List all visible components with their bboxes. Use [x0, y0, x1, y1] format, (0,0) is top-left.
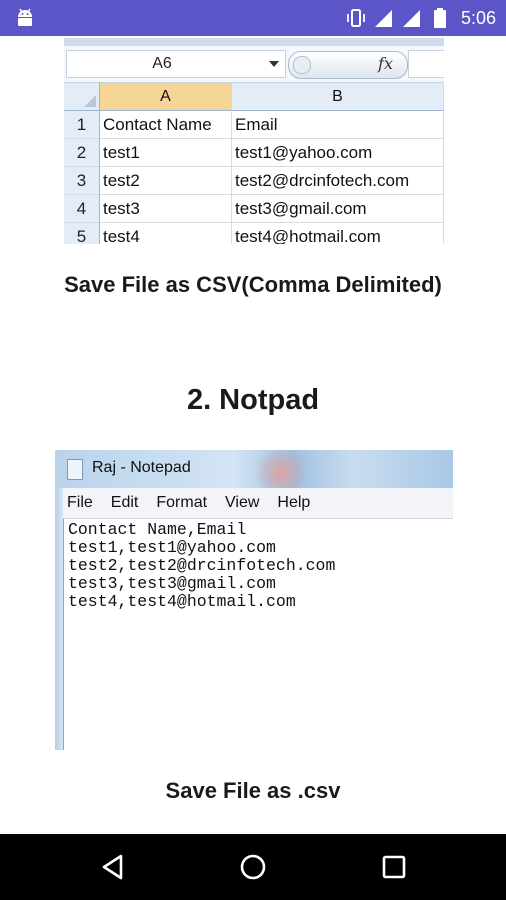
notepad-menu-bar: File Edit Format View Help — [55, 488, 453, 519]
table-row: 1 Contact Name Email — [64, 111, 444, 139]
row-number: 5 — [64, 223, 100, 244]
column-header: A — [100, 83, 232, 111]
vibrate-icon — [347, 9, 365, 27]
table-row: 2 test1 test1@yahoo.com — [64, 139, 444, 167]
row-number: 3 — [64, 167, 100, 195]
menu-item-edit: Edit — [110, 494, 139, 511]
signal-icon — [402, 10, 420, 27]
column-header-row: A B — [64, 83, 444, 111]
row-number: 1 — [64, 111, 100, 139]
row-number: 2 — [64, 139, 100, 167]
fx-icon: fx — [378, 54, 393, 73]
name-box-value: A6 — [152, 55, 172, 72]
signal-icon — [374, 10, 392, 27]
table-row: 3 test2 test2@drcinfotech.com — [64, 167, 444, 195]
menu-item-format: Format — [156, 494, 208, 511]
notepad-title: Raj - Notepad — [92, 459, 191, 476]
section-heading: 2. Notpad — [186, 384, 320, 416]
row-number: 4 — [64, 195, 100, 223]
name-box: A6 — [66, 50, 286, 78]
notepad-title-bar: Raj - Notepad — [55, 450, 453, 488]
caption-save-dot-csv: Save File as .csv — [165, 778, 341, 803]
formula-input — [408, 50, 444, 78]
back-icon[interactable] — [96, 850, 130, 884]
home-icon[interactable] — [236, 850, 270, 884]
select-all-corner — [64, 83, 100, 111]
text-line: Contact Name,Email — [68, 520, 247, 539]
text-line: test1,test1@yahoo.com — [68, 538, 276, 557]
recents-icon[interactable] — [377, 850, 411, 884]
text-line: test4,test4@hotmail.com — [68, 592, 296, 611]
text-line: test2,test2@drcinfotech.com — [68, 556, 336, 575]
battery-icon — [433, 8, 446, 28]
status-bar: 5:06 — [0, 0, 506, 36]
table-row: 5 test4 test4@hotmail.com — [64, 223, 444, 244]
cell: test1@yahoo.com — [232, 139, 444, 167]
formula-bar: A6 fx — [64, 46, 444, 83]
navigation-bar — [0, 834, 506, 900]
notepad-screenshot: Raj - Notepad File Edit Format View Help… — [55, 450, 453, 750]
android-icon — [18, 8, 32, 26]
text-line: test3,test3@gmail.com — [68, 574, 276, 593]
cell: test2 — [100, 167, 232, 195]
notepad-text-area: Contact Name,Email test1,test1@yahoo.com… — [63, 519, 453, 750]
cell: test4@hotmail.com — [232, 223, 444, 244]
cell: test3 — [100, 195, 232, 223]
cell: Email — [232, 111, 444, 139]
menu-item-help: Help — [277, 494, 311, 511]
clock-time: 5:06 — [460, 7, 496, 28]
notepad-icon — [67, 459, 83, 480]
cell: test2@drcinfotech.com — [232, 167, 444, 195]
table-row: 4 test3 test3@gmail.com — [64, 195, 444, 223]
cell: test3@gmail.com — [232, 195, 444, 223]
menu-item-view: View — [225, 494, 260, 511]
caption-save-csv: Save File as CSV(Comma Delimited) — [64, 272, 442, 297]
cell: test1 — [100, 139, 232, 167]
cell: Contact Name — [100, 111, 232, 139]
chevron-down-icon — [269, 61, 279, 67]
menu-item-file: File — [67, 494, 93, 511]
excel-screenshot: A6 fx A B 1 Contact Name Email 2 test1 t… — [64, 38, 444, 244]
column-header: B — [232, 83, 444, 111]
cell: test4 — [100, 223, 232, 244]
formula-controls: fx — [288, 51, 408, 79]
